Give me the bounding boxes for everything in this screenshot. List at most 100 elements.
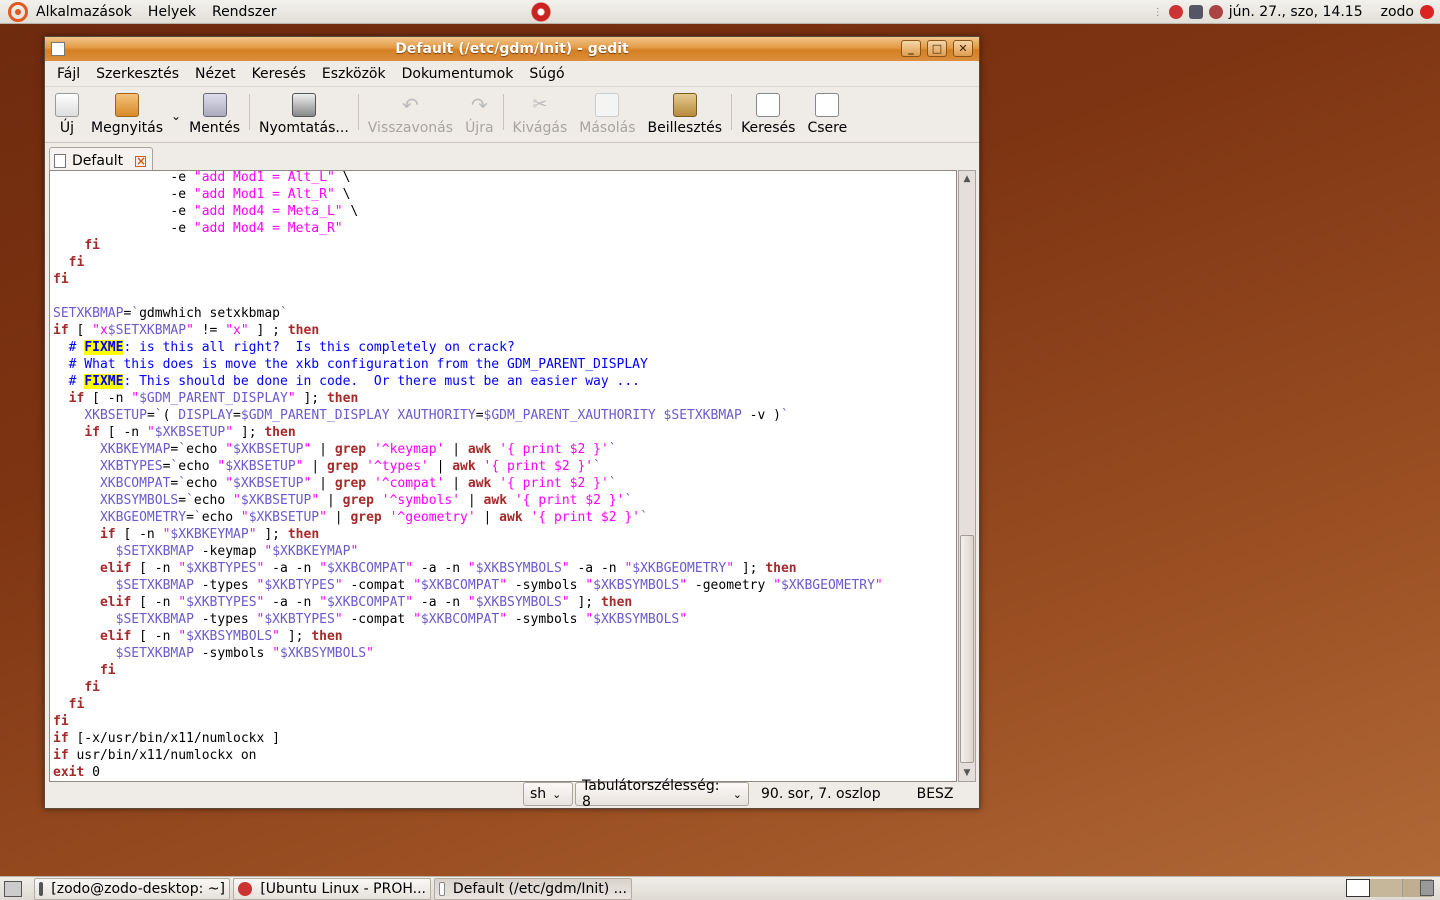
redo-button[interactable]: ↷ Újra [459,93,499,136]
toolbar-separator [731,93,733,130]
code-line[interactable]: elif [ -n "$XKBTYPES" -a -n "$XKBCOMPAT"… [53,560,956,577]
volume-icon[interactable] [1208,5,1223,19]
code-line[interactable] [53,288,956,305]
open-button[interactable]: Megnyitás [85,93,169,136]
taskbar-browser[interactable]: [Ubuntu Linux - PROH... [233,877,431,900]
code-line[interactable]: # FIXME: This should be done in code. Or… [53,373,956,390]
gedit-window: Default (/etc/gdm/Init) - gedit _ □ ✕ Fá… [44,36,980,810]
replace-button[interactable]: Csere [801,93,853,136]
show-desktop-icon[interactable] [4,880,22,897]
new-document-icon [55,93,79,117]
code-line[interactable]: fi [53,271,956,288]
code-line[interactable]: if [ -n "$GDM_PARENT_DISPLAY" ]; then [53,390,956,407]
maximize-button[interactable]: □ [927,40,947,57]
toolbar-separator [502,93,504,130]
workspace-2[interactable] [1370,879,1402,897]
scrollbar-thumb[interactable] [960,535,974,763]
minimize-button[interactable]: _ [901,40,921,57]
close-button[interactable]: ✕ [953,40,973,57]
code-line[interactable]: -e "add Mod4 = Meta_L" \ [53,203,956,220]
open-recent-dropdown[interactable]: ⌄ [169,96,183,136]
code-line[interactable]: if [ "x$SETXKBMAP" != "x" ] ; then [53,322,956,339]
code-line[interactable]: XKBSETUP=`( DISPLAY=$GDM_PARENT_DISPLAY … [53,407,956,424]
code-line[interactable]: -e "add Mod4 = Meta_R" [53,220,956,237]
update-notifier-icon[interactable] [1168,5,1183,19]
code-line[interactable]: if [ -n "$XKBKEYMAP" ]; then [53,526,956,543]
copy-button[interactable]: Másolás [573,93,641,136]
code-line[interactable]: exit 0 [53,764,956,781]
taskbar-terminal[interactable]: [zodo@zodo-desktop: ~] [34,877,230,900]
tab-width-selector[interactable]: Tabulátorszélesség: 8 ⌄ [575,778,749,810]
code-line[interactable]: fi [53,662,956,679]
code-line[interactable]: $SETXKBMAP -keymap "$XKBKEYMAP" [53,543,956,560]
redo-icon: ↷ [470,93,488,117]
code-line[interactable]: -e "add Mod1 = Alt_L" \ [53,171,956,186]
menu-edit[interactable]: Szerkesztés [88,66,187,82]
code-line[interactable]: SETXKBMAP=`gdmwhich setxkbmap` [53,305,956,322]
ubuntu-logo-icon[interactable] [8,1,28,22]
print-button[interactable]: Nyomtatás... [253,93,355,136]
vertical-scrollbar[interactable]: ▲ ▼ [958,170,976,782]
undo-button[interactable]: ↶ Visszavonás [362,93,459,136]
code-line[interactable]: fi [53,679,956,696]
tray-handle-icon: ⋮ [1152,6,1163,18]
redo-label: Újra [465,120,494,136]
save-button[interactable]: Mentés [183,93,246,136]
code-line[interactable]: XKBSYMBOLS=`echo "$XKBSETUP" | grep '^sy… [53,492,956,509]
code-line[interactable]: fi [53,713,956,730]
menu-file[interactable]: Fájl [49,66,88,82]
workspace-1[interactable] [1346,879,1370,897]
gedit-icon [439,881,445,896]
code-line[interactable]: $SETXKBMAP -symbols "$XKBSYMBOLS" [53,645,956,662]
menu-help[interactable]: Súgó [521,66,572,82]
places-menu[interactable]: Helyek [140,0,204,24]
code-line[interactable]: XKBTYPES=`echo "$XKBSETUP" | grep '^type… [53,458,956,475]
scroll-up-icon[interactable]: ▲ [960,172,974,186]
code-line[interactable]: fi [53,237,956,254]
applications-menu[interactable]: Alkalmazások [28,0,140,24]
trash-icon[interactable] [1420,880,1434,896]
find-label: Keresés [741,120,796,136]
clipboard-icon [672,93,697,117]
code-line[interactable]: XKBGEOMETRY=`echo "$XKBSETUP" | grep '^g… [53,509,956,526]
scroll-down-icon[interactable]: ▼ [960,766,974,780]
code-line[interactable]: XKBCOMPAT=`echo "$XKBSETUP" | grep '^com… [53,475,956,492]
code-line[interactable]: fi [53,254,956,271]
taskbar-gedit[interactable]: Default (/etc/gdm/Init) ... [434,877,632,900]
code-line[interactable]: elif [ -n "$XKBSYMBOLS" ]; then [53,628,956,645]
text-editor[interactable]: -e "add Mod1 = Alt_L" \ -e "add Mod1 = A… [49,170,957,782]
code-view[interactable]: -e "add Mod1 = Alt_L" \ -e "add Mod1 = A… [50,171,956,781]
network-icon[interactable] [1188,5,1203,19]
code-line[interactable]: fi [53,696,956,713]
find-button[interactable]: Keresés [735,93,801,136]
cut-button[interactable]: ✂ Kivágás [507,93,574,136]
code-line[interactable]: if usr/bin/x11/numlockx on [53,747,956,764]
code-line[interactable]: elif [ -n "$XKBTYPES" -a -n "$XKBCOMPAT"… [53,594,956,611]
code-line[interactable]: # What this does is move the xkb configu… [53,356,956,373]
code-line[interactable]: $SETXKBMAP -types "$XKBTYPES" -compat "$… [53,611,956,628]
user-name[interactable]: zodo [1381,4,1414,20]
code-line[interactable]: if [-x/usr/bin/x11/numlockx ] [53,730,956,747]
menu-view[interactable]: Nézet [187,66,244,82]
shutdown-icon[interactable] [1420,5,1434,19]
language-selector[interactable]: sh ⌄ [523,782,573,806]
clock[interactable]: jún. 27., szo, 14.15 [1229,4,1363,20]
save-label: Mentés [189,120,241,136]
toolbar-separator [357,93,359,130]
code-line[interactable]: -e "add Mod1 = Alt_R" \ [53,186,956,203]
code-line[interactable]: XKBKEYMAP=`echo "$XKBSETUP" | grep '^key… [53,441,956,458]
system-menu[interactable]: Rendszer [204,0,284,24]
window-titlebar[interactable]: Default (/etc/gdm/Init) - gedit _ □ ✕ [45,37,979,61]
menu-tools[interactable]: Eszközök [314,66,394,82]
menu-search[interactable]: Keresés [244,66,314,82]
paste-button[interactable]: Beillesztés [642,93,729,136]
toolbar: Új Megnyitás ⌄ Mentés Nyomtatás... ↶ Viss… [45,87,979,143]
code-line[interactable]: $SETXKBMAP -types "$XKBTYPES" -compat "$… [53,577,956,594]
code-line[interactable]: if [ -n "$XKBSETUP" ]; then [53,424,956,441]
code-line[interactable]: # FIXME: is this all right? Is this comp… [53,339,956,356]
bottom-panel: [zodo@zodo-desktop: ~] [Ubuntu Linux - P… [0,876,1440,900]
tab-close-icon[interactable]: × [135,155,146,167]
opera-launcher-icon[interactable] [530,2,552,22]
new-button[interactable]: Új [49,93,85,136]
menu-documents[interactable]: Dokumentumok [394,66,522,82]
